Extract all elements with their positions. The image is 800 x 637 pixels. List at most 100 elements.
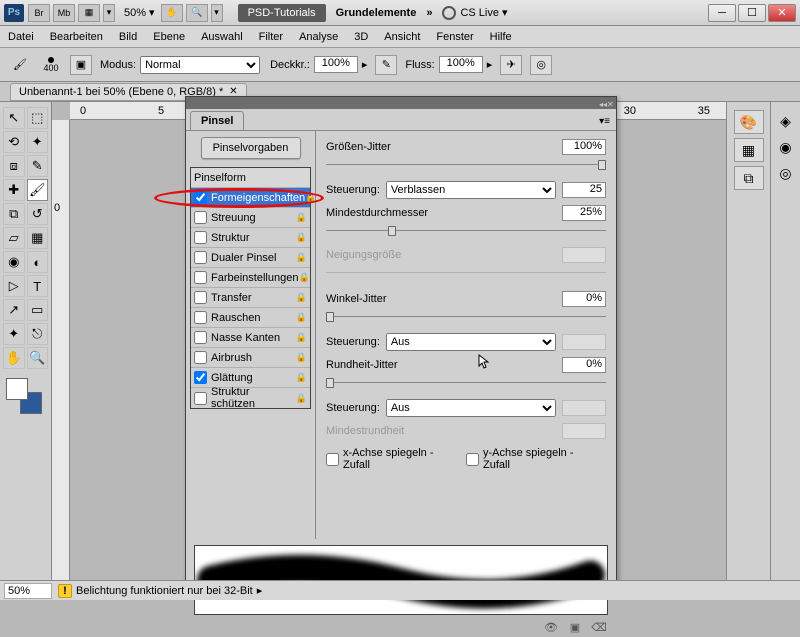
mindest-value[interactable]: 25% <box>562 205 606 221</box>
menu-hilfe[interactable]: Hilfe <box>490 31 512 43</box>
brush-setting-pinselform[interactable]: Pinselform <box>191 168 310 188</box>
shape-tool[interactable]: ▭ <box>27 299 49 321</box>
workspace-psd-tutorials[interactable]: PSD-Tutorials <box>238 4 326 22</box>
eraser-tool[interactable]: ▱ <box>3 227 25 249</box>
ruler-vertical[interactable]: 0 <box>52 120 70 580</box>
status-dropdown-icon[interactable]: ▸ <box>257 584 263 597</box>
tablet-pressure-size-icon[interactable]: ◎ <box>530 55 552 75</box>
y-flip-checkbox[interactable]: y-Achse spiegeln - Zufall <box>466 447 588 471</box>
menu-bearbeiten[interactable]: Bearbeiten <box>50 31 103 43</box>
winkel-jitter-slider[interactable] <box>326 311 606 323</box>
brush-setting-formeigenschaften[interactable]: Formeigenschaften🔒 <box>191 188 310 208</box>
dodge-tool[interactable]: ◐ <box>27 251 49 273</box>
panel-collapse-icon[interactable]: ◂◂ <box>599 100 605 106</box>
zoom-level[interactable]: 50% ▾ <box>124 6 155 19</box>
status-zoom[interactable]: 50% <box>4 583 52 599</box>
history-brush-tool[interactable]: ↺ <box>27 203 49 225</box>
cs-live-button[interactable]: CS Live ▾ <box>442 6 507 20</box>
minimize-button[interactable]: ─ <box>708 4 736 22</box>
fluss-dropdown-icon[interactable]: ▸ <box>487 58 493 71</box>
3d-camera-tool[interactable]: ⎋ <box>27 323 49 345</box>
brush-setting-glättung[interactable]: Glättung🔒 <box>191 368 310 388</box>
rundheit-jitter-value[interactable]: 0% <box>562 357 606 373</box>
hand-tool[interactable]: ✋ <box>3 347 25 369</box>
menu-fenster[interactable]: Fenster <box>436 31 473 43</box>
panel-drag-bar[interactable]: ◂◂ ✕ <box>186 97 616 109</box>
paths-panel-icon[interactable]: ◎ <box>775 162 797 184</box>
hand-tool-button[interactable]: ✋ <box>161 4 183 22</box>
brush-setting-rauschen[interactable]: Rauschen🔒 <box>191 308 310 328</box>
menu-auswahl[interactable]: Auswahl <box>201 31 243 43</box>
magic-wand-tool[interactable]: ✦ <box>27 131 49 153</box>
groessen-jitter-slider[interactable] <box>326 159 606 171</box>
brush-tool-icon[interactable]: 🖌 <box>8 55 32 75</box>
pinselvorgaben-button[interactable]: Pinselvorgaben <box>201 137 301 159</box>
brush-setting-transfer[interactable]: Transfer🔒 <box>191 288 310 308</box>
brush-setting-nasse-kanten[interactable]: Nasse Kanten🔒 <box>191 328 310 348</box>
workspace-grundelemente[interactable]: Grundelemente <box>336 7 417 19</box>
color-panel-icon[interactable]: 🎨 <box>734 110 764 134</box>
toggle-preview-icon[interactable]: 👁 <box>542 620 560 634</box>
rundheit-jitter-slider[interactable] <box>326 377 606 389</box>
brush-preset-picker[interactable]: 400 <box>38 52 64 78</box>
lasso-tool[interactable]: ⟲ <box>3 131 25 153</box>
panel-menu-icon[interactable]: ▾≡ <box>599 116 610 127</box>
menu-ansicht[interactable]: Ansicht <box>384 31 420 43</box>
gradient-tool[interactable]: ▦ <box>27 227 49 249</box>
steuerung-select-3[interactable]: Aus <box>386 399 556 417</box>
brush-setting-farbeinstellungen[interactable]: Farbeinstellungen🔒 <box>191 268 310 288</box>
brush-setting-dualer-pinsel[interactable]: Dualer Pinsel🔒 <box>191 248 310 268</box>
foreground-color[interactable] <box>6 378 28 400</box>
zoom-tool[interactable]: 🔍 <box>27 347 49 369</box>
eyedropper-tool[interactable]: ✎ <box>27 155 49 177</box>
menu-analyse[interactable]: Analyse <box>299 31 338 43</box>
mindest-slider[interactable] <box>326 225 606 237</box>
layers-panel-icon[interactable]: ◈ <box>775 110 797 132</box>
brush-setting-struktur[interactable]: Struktur🔒 <box>191 228 310 248</box>
winkel-jitter-value[interactable]: 0% <box>562 291 606 307</box>
tablet-pressure-opacity-icon[interactable]: ✎ <box>375 55 397 75</box>
menu-datei[interactable]: Datei <box>8 31 34 43</box>
type-tool[interactable]: T <box>27 275 49 297</box>
move-tool[interactable]: ↖ <box>3 107 25 129</box>
steuerung-select-2[interactable]: Aus <box>386 333 556 351</box>
panel-close-icon[interactable]: ✕ <box>607 100 613 106</box>
brush-setting-streuung[interactable]: Streuung🔒 <box>191 208 310 228</box>
menu-ebene[interactable]: Ebene <box>153 31 185 43</box>
menu-filter[interactable]: Filter <box>259 31 283 43</box>
workspace-more-icon[interactable]: » <box>426 7 432 19</box>
color-swatches[interactable] <box>6 378 42 414</box>
deckkr-dropdown-icon[interactable]: ▸ <box>362 58 368 71</box>
groessen-jitter-value[interactable]: 100% <box>562 139 606 155</box>
x-flip-checkbox[interactable]: x-Achse spiegeln - Zufall <box>326 447 448 471</box>
maximize-button[interactable]: ☐ <box>738 4 766 22</box>
swatches-panel-icon[interactable]: ▦ <box>734 138 764 162</box>
brush-setting-struktur-schützen[interactable]: Struktur schützen🔒 <box>191 388 310 408</box>
zoom-tool-button[interactable]: 🔍 <box>186 4 208 22</box>
menu-bild[interactable]: Bild <box>119 31 137 43</box>
3d-tool[interactable]: ✦ <box>3 323 25 345</box>
menu-3d[interactable]: 3D <box>354 31 368 43</box>
new-preset-icon[interactable]: ▣ <box>566 620 584 634</box>
marquee-tool[interactable]: ⬚ <box>27 107 49 129</box>
steuerung-value-1[interactable]: 25 <box>562 182 606 198</box>
styles-panel-icon[interactable]: ⧉ <box>734 166 764 190</box>
view-extras-button[interactable]: ▦ <box>78 4 100 22</box>
delete-preset-icon[interactable]: ⌫ <box>590 620 608 634</box>
steuerung-select-1[interactable]: Verblassen <box>386 181 556 199</box>
healing-tool[interactable]: ✚ <box>3 179 25 201</box>
path-select-tool[interactable]: ↗ <box>3 299 25 321</box>
brush-setting-airbrush[interactable]: Airbrush🔒 <box>191 348 310 368</box>
mini-bridge-button[interactable]: Mb <box>53 4 75 22</box>
bridge-button[interactable]: Br <box>28 4 50 22</box>
channels-panel-icon[interactable]: ◉ <box>775 136 797 158</box>
fluss-input[interactable]: 100% <box>439 56 483 73</box>
brush-panel-toggle[interactable]: ▣ <box>70 55 92 75</box>
crop-tool[interactable]: ⧈ <box>3 155 25 177</box>
view-extras-dropdown[interactable]: ▾ <box>103 4 115 22</box>
screen-mode-dropdown[interactable]: ▾ <box>211 4 223 22</box>
clone-tool[interactable]: ⧉ <box>3 203 25 225</box>
brush-tool[interactable]: 🖌 <box>27 179 49 201</box>
pen-tool[interactable]: ▷ <box>3 275 25 297</box>
pinsel-tab[interactable]: Pinsel <box>190 111 244 130</box>
